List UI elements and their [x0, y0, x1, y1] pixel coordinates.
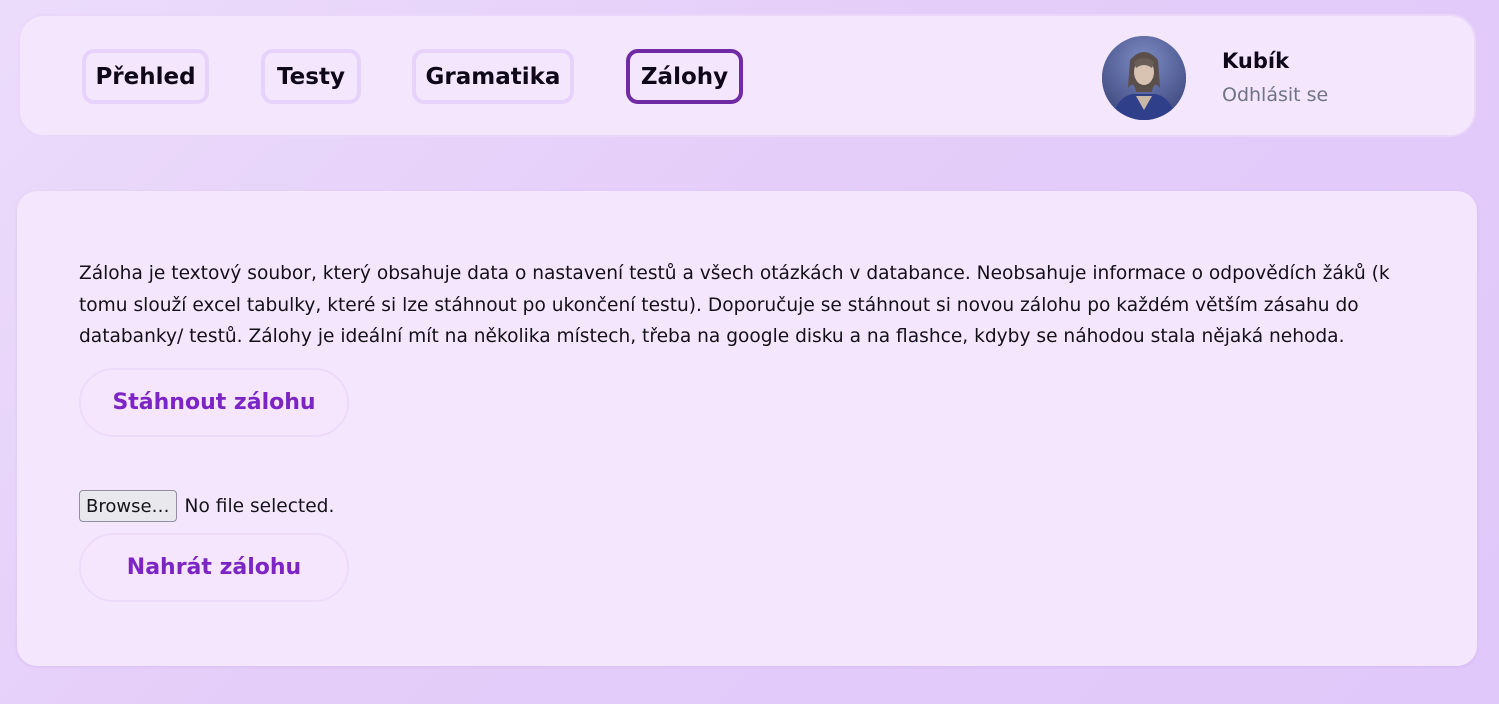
browse-button[interactable]: Browse… — [79, 490, 177, 522]
nav-item-gramatika[interactable]: Gramatika — [412, 49, 574, 104]
nav-item-testy[interactable]: Testy — [261, 49, 361, 104]
backup-description: Záloha je textový soubor, který obsahuje… — [79, 263, 1390, 347]
file-status-text: No file selected. — [184, 495, 335, 517]
file-input: Browse… No file selected. — [79, 490, 334, 522]
logout-link[interactable]: Odhlásit se — [1222, 84, 1328, 106]
upload-backup-button[interactable]: Nahrát zálohu — [79, 533, 349, 602]
avatar-portrait-icon — [1102, 36, 1186, 120]
nav-item-prehled[interactable]: Přehled — [82, 49, 209, 104]
backup-panel: Záloha je textový soubor, který obsahuje… — [17, 191, 1477, 666]
user-avatar[interactable] — [1102, 36, 1186, 120]
nav-item-zalohy[interactable]: Zálohy — [626, 49, 743, 104]
download-backup-button[interactable]: Stáhnout zálohu — [79, 368, 349, 437]
top-navigation-bar: Přehled Testy Gramatika Zálohy Kubík Odh… — [18, 14, 1476, 137]
user-name: Kubík — [1222, 49, 1290, 73]
